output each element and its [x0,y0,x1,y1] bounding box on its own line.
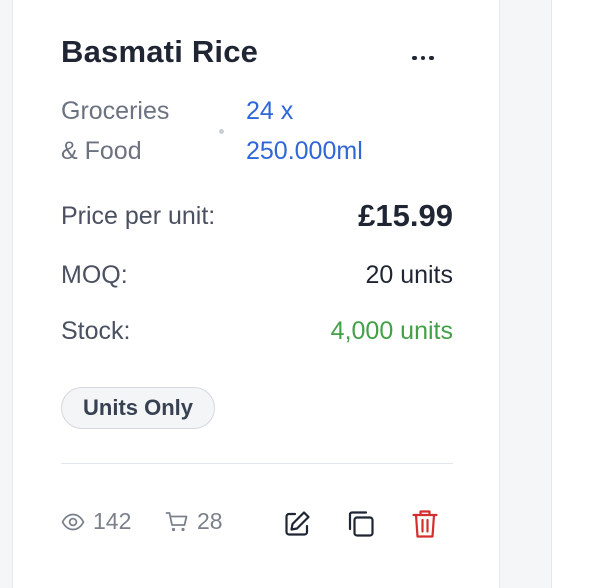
trash-icon [412,510,438,538]
product-card: Basmati Rice Groceries & Food 24 x 250.0… [12,0,500,588]
eye-icon [61,513,85,530]
category-line-2: & Food [61,137,142,165]
moq-label: MOQ: [61,261,128,289]
cart-stat: 28 [165,508,223,535]
page: Basmati Rice Groceries & Food 24 x 250.0… [0,0,592,588]
product-pack-size: 24 x 250.000ml [246,91,363,171]
divider [61,463,453,464]
product-category: Groceries & Food [61,91,169,171]
duplicate-button[interactable] [343,506,379,542]
delete-button[interactable] [407,506,443,542]
units-only-badge: Units Only [61,387,216,429]
more-options-button[interactable] [403,46,443,70]
pack-line-2: 250.000ml [246,137,363,165]
cart-icon [165,511,188,531]
cart-count: 28 [197,508,223,534]
copy-icon [348,511,374,537]
price-value: £15.99 [358,198,453,233]
price-row: Price per unit: £15.99 [61,198,453,234]
adjacent-panel [551,0,592,588]
stock-row: Stock: 4,000 units [61,317,453,346]
stock-value: 4,000 units [330,317,453,345]
views-stat: 142 [61,508,131,535]
pack-line-1: 24 x [246,97,294,125]
price-label: Price per unit: [61,201,216,230]
moq-value: 20 units [365,261,453,289]
stock-label: Stock: [61,317,131,345]
product-name: Basmati Rice [61,34,259,69]
more-options-icon [412,55,417,61]
edit-button[interactable] [279,506,315,542]
category-line-1: Groceries [61,97,170,125]
views-count: 142 [93,508,132,534]
separator-dot [219,129,224,134]
moq-row: MOQ: 20 units [61,261,453,290]
edit-icon [285,511,310,536]
